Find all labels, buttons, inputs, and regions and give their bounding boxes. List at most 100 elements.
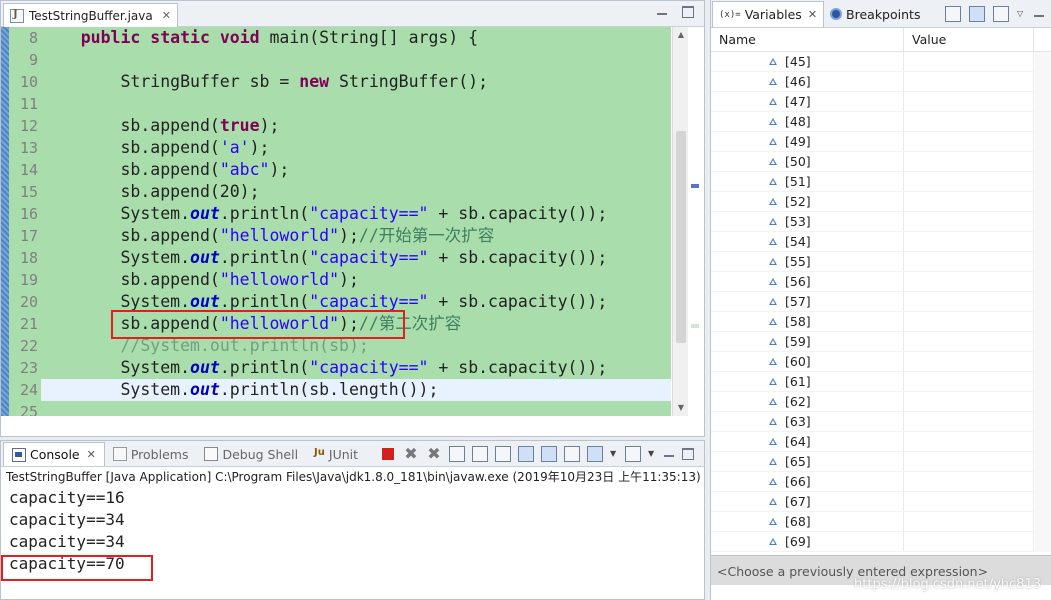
variable-index: [49] — [785, 134, 811, 149]
clear-console-icon[interactable] — [449, 446, 465, 462]
code-line[interactable]: System.out.println(sb.length()); — [41, 379, 671, 401]
tab-junit[interactable]: Ju JUnit — [306, 442, 366, 466]
show-type-names-icon[interactable] — [945, 6, 961, 22]
variable-row[interactable]: [63] — [711, 412, 1051, 432]
console-output[interactable]: capacity==16 capacity==34 capacity==34 capa… — [1, 487, 704, 575]
code-line[interactable]: public static void main(String[] args) { — [41, 27, 671, 49]
variable-row[interactable]: [66] — [711, 472, 1051, 492]
tab-debug-shell[interactable]: Debug Shell — [196, 442, 306, 466]
minimize-icon[interactable] — [663, 448, 675, 460]
word-wrap-icon[interactable] — [495, 446, 511, 462]
display-console-icon[interactable] — [587, 446, 603, 462]
code-line[interactable]: System.out.println("capacity==" + sb.cap… — [41, 357, 671, 379]
variable-row[interactable]: [53] — [711, 212, 1051, 232]
scroll-up-icon[interactable]: ▲ — [673, 27, 689, 43]
code-line[interactable]: sb.append(true); — [41, 115, 671, 137]
variable-row[interactable]: [68] — [711, 512, 1051, 532]
variable-row[interactable]: [57] — [711, 292, 1051, 312]
close-icon[interactable]: ✕ — [808, 8, 817, 21]
variables-vertical-scrollbar[interactable] — [1035, 52, 1051, 552]
variable-name-cell: [51] — [711, 172, 904, 191]
code-line[interactable] — [41, 49, 671, 71]
column-name[interactable]: Name — [711, 28, 904, 51]
variable-row[interactable]: [48] — [711, 112, 1051, 132]
output-line[interactable]: capacity==34 — [9, 509, 704, 531]
code-text[interactable]: public static void main(String[] args) {… — [41, 27, 671, 416]
code-line[interactable]: System.out.println("capacity==" + sb.cap… — [41, 203, 671, 225]
variable-row[interactable]: [52] — [711, 192, 1051, 212]
tab-breakpoints[interactable]: Breakpoints — [824, 1, 926, 27]
editor-vertical-scrollbar[interactable]: ▲ ▼ — [672, 27, 688, 416]
code-line[interactable]: System.out.println("capacity==" + sb.cap… — [41, 247, 671, 269]
output-line[interactable]: capacity==70 — [9, 553, 704, 575]
chevron-down-icon[interactable]: ▼ — [648, 446, 656, 462]
scroll-lock-icon[interactable] — [472, 446, 488, 462]
variable-row[interactable]: [54] — [711, 232, 1051, 252]
variable-row[interactable]: [62] — [711, 392, 1051, 412]
variable-row[interactable]: [49] — [711, 132, 1051, 152]
code-line[interactable]: sb.append("helloworld");//开始第一次扩容 — [41, 225, 671, 247]
tab-console[interactable]: Console ✕ — [3, 442, 105, 466]
minimize-icon[interactable] — [1033, 8, 1045, 20]
tab-variables[interactable]: (x)= Variables ✕ — [712, 1, 825, 27]
code-line[interactable]: sb.append("helloworld");//第二次扩容 — [41, 313, 671, 335]
field-icon — [769, 238, 777, 245]
variables-tree[interactable]: [45] [46] [47] [48] [49] [50] [51] [52] [53] [54]… — [711, 52, 1051, 552]
code-line[interactable]: System.out.println("capacity==" + sb.cap… — [41, 291, 671, 313]
variable-row[interactable]: [56] — [711, 272, 1051, 292]
tab-problems[interactable]: Problems — [105, 442, 197, 466]
show-console-on-error-icon[interactable] — [541, 446, 557, 462]
editor-horizontal-scrollbar[interactable] — [1, 416, 704, 436]
output-line[interactable]: capacity==16 — [9, 487, 704, 509]
variable-row[interactable]: [60] — [711, 352, 1051, 372]
collapse-all-icon[interactable] — [993, 6, 1009, 22]
variable-name-cell: [58] — [711, 312, 904, 331]
variable-row[interactable]: [45] — [711, 52, 1051, 72]
column-value[interactable]: Value — [904, 28, 1034, 51]
variable-row[interactable]: [46] — [711, 72, 1051, 92]
variable-row[interactable]: [67] — [711, 492, 1051, 512]
close-icon[interactable]: ✕ — [87, 448, 96, 461]
field-icon — [769, 358, 777, 365]
variable-name-cell: [67] — [711, 492, 904, 511]
code-line[interactable]: sb.append('a'); — [41, 137, 671, 159]
occurrence-mark[interactable] — [691, 184, 699, 188]
code-area[interactable]: 8 9 10 11 12 13 14 15 16 17 18 19 20 21 22 23 24 25 publi… — [1, 27, 704, 436]
variable-row[interactable]: [61] — [711, 372, 1051, 392]
maximize-icon[interactable] — [682, 448, 694, 460]
field-icon — [769, 298, 777, 305]
output-line[interactable]: capacity==34 — [9, 531, 704, 553]
occurrence-mark[interactable] — [691, 324, 699, 328]
close-icon[interactable]: ✕ — [162, 9, 171, 22]
code-line[interactable]: sb.append("helloworld"); — [41, 269, 671, 291]
variable-row[interactable]: [69] — [711, 532, 1051, 552]
variable-row[interactable]: [64] — [711, 432, 1051, 452]
variable-row[interactable]: [65] — [711, 452, 1051, 472]
variable-row[interactable]: [58] — [711, 312, 1051, 332]
pin-console-icon[interactable] — [564, 446, 580, 462]
show-logical-structure-icon[interactable] — [969, 6, 985, 22]
remove-all-terminated-icon[interactable]: ✖ — [426, 446, 442, 462]
code-line[interactable]: sb.append("abc"); — [41, 159, 671, 181]
maximize-icon[interactable] — [682, 6, 694, 18]
variable-row[interactable]: [50] — [711, 152, 1051, 172]
remove-launch-icon[interactable]: ✖ — [403, 446, 419, 462]
code-line[interactable]: StringBuffer sb = new StringBuffer(); — [41, 71, 671, 93]
minimize-icon[interactable] — [656, 6, 668, 18]
chevron-down-icon[interactable]: ▼ — [610, 446, 618, 462]
variable-row[interactable]: [59] — [711, 332, 1051, 352]
variable-row[interactable]: [47] — [711, 92, 1051, 112]
code-line[interactable] — [41, 93, 671, 115]
view-menu-icon[interactable]: ▽ — [1017, 6, 1025, 22]
variable-row[interactable]: [55] — [711, 252, 1051, 272]
code-line[interactable]: //System.out.println(sb); — [41, 335, 671, 357]
scroll-thumb[interactable] — [676, 131, 686, 343]
code-line[interactable]: sb.append(20); — [41, 181, 671, 203]
terminate-icon[interactable] — [382, 448, 394, 460]
variable-name-cell: [56] — [711, 272, 904, 291]
open-console-icon[interactable] — [625, 446, 641, 462]
scroll-down-icon[interactable]: ▼ — [673, 400, 689, 416]
editor-tab[interactable]: TestStringBuffer.java ✕ — [3, 3, 178, 27]
show-console-on-output-icon[interactable] — [518, 446, 534, 462]
variable-row[interactable]: [51] — [711, 172, 1051, 192]
